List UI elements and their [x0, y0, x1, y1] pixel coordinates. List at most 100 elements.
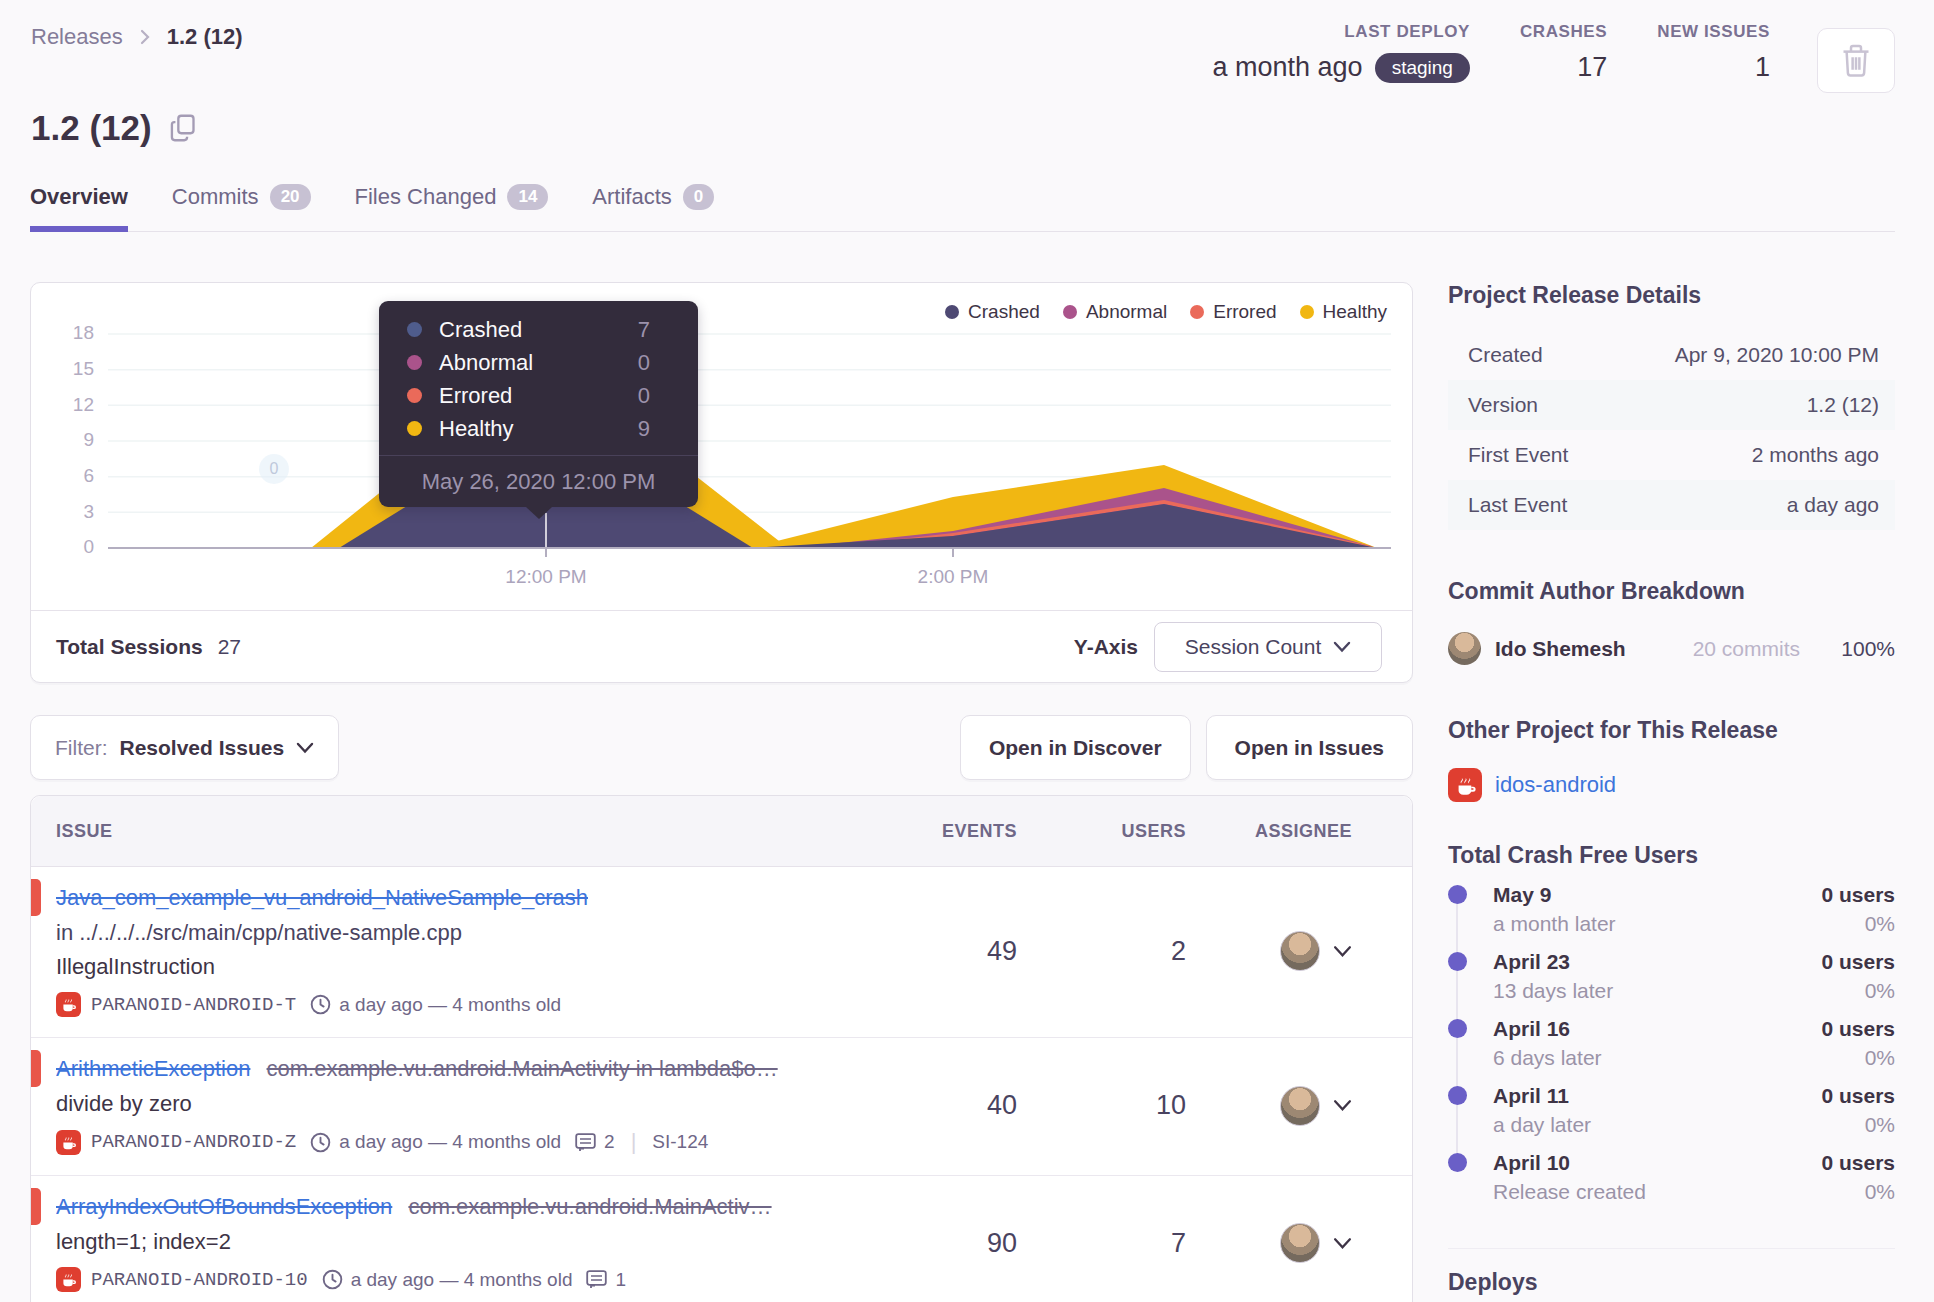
tooltip-date: May 26, 2020 12:00 PM: [379, 455, 698, 507]
tooltip-label: Healthy: [439, 416, 514, 442]
timeline-dot: [1448, 952, 1467, 971]
timeline-users: 0 users: [1821, 950, 1895, 974]
legend-item[interactable]: Abnormal: [1063, 301, 1167, 323]
issue-subtitle: IllegalInstruction: [56, 954, 857, 980]
legend-dot: [1190, 305, 1204, 319]
y-tick-18: 18: [50, 322, 94, 344]
timeline-note: Release created: [1493, 1180, 1646, 1204]
col-events: EVENTS: [857, 821, 1017, 842]
comment-icon: [586, 1270, 607, 1289]
issue-row: ArithmeticException com.example.vu.andro…: [31, 1038, 1412, 1176]
issue-annotation[interactable]: SI-124: [652, 1131, 708, 1153]
other-project-link[interactable]: idos-android: [1495, 772, 1616, 798]
tab-label: Artifacts: [592, 184, 671, 210]
detail-row: Version 1.2 (12): [1448, 380, 1895, 430]
copy-icon[interactable]: [170, 114, 196, 142]
stat: NEW ISSUES 1: [1657, 22, 1770, 83]
assignee-avatar: [1280, 931, 1320, 971]
sessions-chart-card: 18 15 12 9 6 3 0 12:00 PM 2:00 PM 0 Cras…: [30, 282, 1413, 683]
legend-dot: [1063, 305, 1077, 319]
author-commit-count: 20 commits: [1693, 637, 1800, 661]
error-level-tag: [30, 879, 41, 916]
detail-label: Last Event: [1468, 493, 1567, 517]
issue-location: in ../../../../src/main/cpp/native-sampl…: [56, 920, 857, 946]
legend-item[interactable]: Errored: [1190, 301, 1276, 323]
issue-title-link[interactable]: ArithmeticException: [56, 1056, 250, 1081]
timeline-note: 6 days later: [1493, 1046, 1602, 1070]
issue-title-link[interactable]: ArrayIndexOutOfBoundsException: [56, 1194, 392, 1219]
tab[interactable]: Files Changed 14: [355, 184, 549, 232]
y-tick-15: 15: [50, 358, 94, 380]
open-in-issues-button[interactable]: Open in Issues: [1206, 715, 1413, 780]
detail-value: 1.2 (12): [1807, 393, 1879, 417]
issue-events-count: 40: [857, 1090, 1017, 1121]
project-slug: PARANOID-ANDROID-10: [91, 1269, 308, 1291]
clock-icon: [310, 994, 331, 1015]
zero-data-label: 0: [259, 454, 289, 484]
author-commit-pct: 100%: [1800, 637, 1895, 661]
clock-icon: [322, 1269, 343, 1290]
y-axis-select[interactable]: Session Count: [1154, 622, 1382, 672]
timeline-item: April 10 Release created 0 users 0%: [1448, 1151, 1895, 1218]
issue-subtitle: divide by zero: [56, 1091, 857, 1117]
legend-item[interactable]: Healthy: [1300, 301, 1387, 323]
legend-item[interactable]: Crashed: [945, 301, 1040, 323]
issue-comments[interactable]: 2: [575, 1131, 615, 1153]
delete-release-button[interactable]: [1817, 28, 1895, 93]
project-badge[interactable]: PARANOID-ANDROID-Z: [56, 1130, 296, 1155]
header-stats: LAST DEPLOY a month ago staging CRASHES …: [1213, 22, 1770, 83]
chevron-down-icon: [296, 742, 314, 754]
sessions-chart[interactable]: 18 15 12 9 6 3 0 12:00 PM 2:00 PM 0 Cras…: [31, 283, 1412, 610]
filter-dropdown[interactable]: Filter: Resolved Issues: [30, 715, 339, 780]
detail-row: Created Apr 9, 2020 10:00 PM: [1448, 330, 1895, 380]
issue-users-count: 2: [1017, 936, 1186, 967]
java-platform-icon: [1448, 768, 1482, 802]
commit-author-row: Ido Shemesh 20 commits 100%: [1448, 632, 1895, 665]
stat-label: LAST DEPLOY: [1344, 22, 1470, 42]
tab[interactable]: Commits 20: [172, 184, 311, 232]
tab-count-badge: 20: [270, 184, 311, 210]
tooltip-value: 7: [638, 317, 650, 343]
timeline-date: May 9: [1493, 883, 1616, 907]
issue-users-count: 10: [1017, 1090, 1186, 1121]
timeline-item: May 9 a month later 0 users 0%: [1448, 883, 1895, 950]
comment-icon: [575, 1133, 596, 1152]
project-slug: PARANOID-ANDROID-Z: [91, 1131, 296, 1153]
tab[interactable]: Overview: [30, 184, 128, 232]
col-users: USERS: [1017, 821, 1186, 842]
tooltip-dot: [407, 355, 422, 370]
project-badge[interactable]: PARANOID-ANDROID-T: [56, 992, 296, 1017]
breadcrumb-releases[interactable]: Releases: [31, 24, 123, 50]
stat-label: CRASHES: [1520, 22, 1607, 42]
open-in-discover-button[interactable]: Open in Discover: [960, 715, 1191, 780]
timeline-date: April 10: [1493, 1151, 1646, 1175]
x-tick-2pm: 2:00 PM: [883, 566, 1023, 588]
project-badge[interactable]: PARANOID-ANDROID-10: [56, 1267, 308, 1292]
assignee-dropdown[interactable]: [1186, 1086, 1352, 1126]
filter-value: Resolved Issues: [120, 736, 285, 760]
legend-label: Crashed: [968, 301, 1040, 323]
assignee-dropdown[interactable]: [1186, 931, 1352, 971]
tab[interactable]: Artifacts 0: [592, 184, 714, 232]
chevron-down-icon: [1333, 1237, 1352, 1250]
breadcrumb-current: 1.2 (12): [167, 24, 243, 50]
tooltip-dot: [407, 322, 422, 337]
col-issue: ISSUE: [56, 821, 857, 842]
issue-comments[interactable]: 1: [586, 1269, 626, 1291]
issue-culprit: com.example.vu.android.MainActiv…: [408, 1194, 771, 1219]
trash-icon: [1841, 44, 1871, 78]
tooltip-label: Crashed: [439, 317, 522, 343]
filter-label: Filter:: [55, 736, 108, 760]
tab-label: Commits: [172, 184, 259, 210]
y-tick-3: 3: [50, 501, 94, 523]
y-tick-0: 0: [50, 536, 94, 558]
timeline-note: 13 days later: [1493, 979, 1613, 1003]
tooltip-row: Crashed 7: [407, 313, 670, 346]
issue-title-link[interactable]: Java_com_example_vu_android_NativeSample…: [56, 885, 588, 910]
chevron-down-icon: [1333, 641, 1351, 653]
assignee-dropdown[interactable]: [1186, 1223, 1352, 1263]
timeline-dot: [1448, 1153, 1467, 1172]
assignee-avatar: [1280, 1086, 1320, 1126]
issues-table-header: ISSUE EVENTS USERS ASSIGNEE: [31, 796, 1412, 867]
chevron-right-icon: [137, 29, 153, 45]
